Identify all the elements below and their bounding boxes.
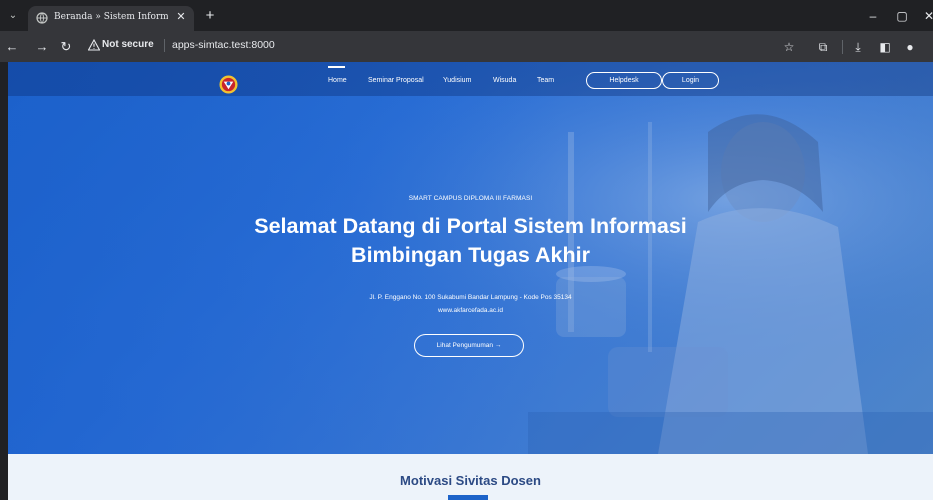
extensions-icon[interactable]: ⧉ <box>815 39 831 55</box>
hero-title: Selamat Datang di Portal Sistem Informas… <box>8 212 933 270</box>
restore-icon[interactable]: ▢ <box>895 9 909 23</box>
campus-address: Jl. P. Enggano No. 100 Sukabumi Bandar L… <box>369 294 572 301</box>
campus-logo[interactable] <box>219 75 238 94</box>
hero-title-line-1: Selamat Datang di Portal Sistem Informas… <box>254 214 687 238</box>
page-viewport: Home Seminar Proposal Yudisium Wisuda Te… <box>8 62 933 500</box>
hero-section: Home Seminar Proposal Yudisium Wisuda Te… <box>8 62 933 454</box>
url-text[interactable]: apps-simtac.test:8000 <box>172 39 275 51</box>
section-title-underline <box>448 495 488 500</box>
profile-avatar-icon[interactable]: ● <box>902 39 918 55</box>
nav-active-indicator <box>328 66 345 68</box>
tab-search-icon[interactable]: ⌄ <box>6 9 20 23</box>
hero-title-line-2: Bimbingan Tugas Akhir <box>351 243 590 267</box>
nav-link-seminar-proposal[interactable]: Seminar Proposal <box>368 77 424 84</box>
nav-link-home[interactable]: Home <box>328 77 347 84</box>
bookmark-star-icon[interactable]: ☆ <box>781 39 797 55</box>
browser-tabbar: ⌄ Beranda » Sistem Informasi Bim ✕ + – ▢… <box>0 0 933 31</box>
browser-toolbar: ← → ↻ Not secure apps-simtac.test:8000 ☆… <box>0 31 933 62</box>
new-tab-icon[interactable]: + <box>202 8 218 24</box>
warning-icon <box>88 39 100 51</box>
side-panel-icon[interactable]: ◧ <box>877 39 893 55</box>
close-tab-icon[interactable]: ✕ <box>174 10 188 24</box>
toolbar-divider <box>842 40 843 54</box>
url-divider <box>164 39 165 52</box>
address-bar[interactable]: Not secure apps-simtac.test:8000 <box>80 35 810 57</box>
campus-website: www.akfarcefada.ac.id <box>437 307 504 314</box>
helpdesk-button[interactable]: Helpdesk <box>586 72 662 89</box>
motivation-section: Motivasi Sivitas Dosen <box>8 454 933 500</box>
forward-arrow-icon[interactable]: → <box>34 39 50 55</box>
not-secure-label[interactable]: Not secure <box>102 39 154 50</box>
nav-link-team[interactable]: Team <box>537 77 554 84</box>
minimize-icon[interactable]: – <box>866 9 880 23</box>
section-title: Motivasi Sivitas Dosen <box>400 473 541 488</box>
login-button[interactable]: Login <box>662 72 719 89</box>
hero-eyebrow: SMART CAMPUS DIPLOMA III FARMASI <box>408 195 533 202</box>
browser-tab[interactable]: Beranda » Sistem Informasi Bim ✕ <box>28 6 194 31</box>
view-announcements-button[interactable]: Lihat Pengumuman → <box>414 334 524 357</box>
back-arrow-icon[interactable]: ← <box>4 39 20 55</box>
download-icon[interactable]: ⤓ <box>850 39 866 55</box>
reload-icon[interactable]: ↻ <box>58 39 74 55</box>
tab-title: Beranda » Sistem Informasi Bim <box>54 12 168 22</box>
nav-link-wisuda[interactable]: Wisuda <box>493 77 516 84</box>
globe-icon <box>36 12 48 24</box>
nav-link-yudisium[interactable]: Yudisium <box>443 77 471 84</box>
close-window-icon[interactable]: ✕ <box>922 9 933 23</box>
